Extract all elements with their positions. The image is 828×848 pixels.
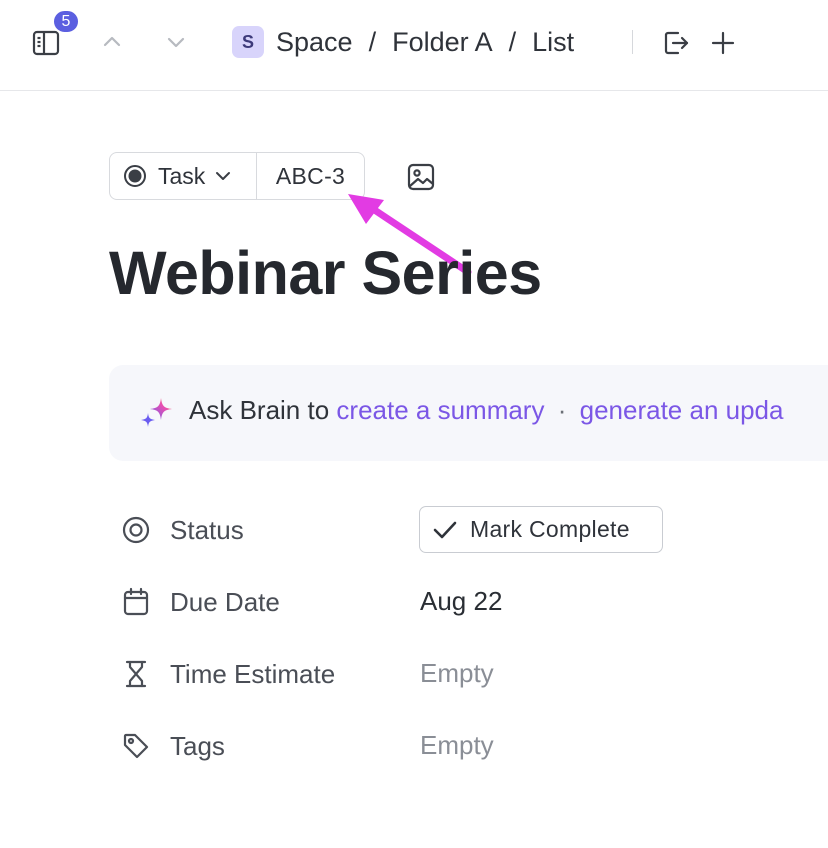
add-button[interactable]: [708, 28, 738, 58]
toolbar-divider: [632, 30, 633, 54]
exit-task-button[interactable]: [660, 28, 692, 58]
breadcrumb-separator: /: [368, 26, 377, 57]
add-cover-image-button[interactable]: [404, 160, 438, 194]
ask-brain-prefix: Ask Brain to: [189, 395, 330, 425]
due-date-label: Due Date: [170, 586, 280, 617]
status-target-icon: [120, 514, 152, 546]
task-status-circle-icon: [124, 165, 146, 187]
breadcrumb: S Space / Folder A / List: [232, 24, 574, 60]
generate-update-link[interactable]: generate an upda: [580, 395, 784, 425]
breadcrumb-separator: /: [508, 26, 517, 57]
tag-icon: [120, 730, 152, 762]
breadcrumb-list[interactable]: List: [532, 27, 574, 58]
calendar-icon: [120, 586, 152, 618]
exit-icon: [664, 31, 689, 55]
tags-label: Tags: [170, 730, 225, 761]
notification-badge: 5: [52, 9, 80, 34]
create-summary-link[interactable]: create a summary: [336, 395, 544, 425]
task-id-button[interactable]: ABC-3: [257, 153, 364, 199]
property-time-estimate: Time Estimate: [120, 654, 335, 694]
chevron-down-icon: [216, 172, 231, 180]
ask-brain-text: Ask Brain to create a summary · generate…: [189, 395, 783, 426]
ask-brain-bar: Ask Brain to create a summary · generate…: [109, 365, 828, 461]
task-type-id-pill: Task ABC-3: [109, 152, 365, 200]
sparkle-icon: [141, 398, 172, 427]
space-avatar: S: [232, 26, 264, 58]
property-due-date: Due Date: [120, 582, 280, 622]
mark-complete-button[interactable]: Mark Complete: [419, 506, 663, 553]
due-date-value[interactable]: Aug 22: [420, 586, 502, 617]
next-task-button[interactable]: [162, 28, 190, 56]
task-type-label: Task: [158, 162, 206, 189]
property-tags: Tags: [120, 726, 225, 766]
image-icon: [407, 163, 435, 191]
hourglass-icon: [120, 658, 152, 690]
ask-brain-separator: ·: [557, 395, 567, 425]
mark-complete-label: Mark Complete: [470, 516, 630, 542]
checkmark-icon: [433, 521, 457, 538]
time-estimate-label: Time Estimate: [170, 658, 336, 689]
chevron-down-icon: [167, 37, 185, 48]
sidebar-panel-icon: [32, 30, 60, 56]
tags-value[interactable]: Empty: [420, 730, 494, 761]
breadcrumb-folder[interactable]: Folder A: [392, 27, 493, 58]
property-status: Status: [120, 510, 244, 550]
time-estimate-value[interactable]: Empty: [420, 658, 494, 689]
status-label: Status: [170, 514, 244, 545]
plus-icon: [711, 31, 735, 55]
previous-task-button[interactable]: [98, 28, 126, 56]
task-type-dropdown[interactable]: Task: [110, 153, 257, 199]
breadcrumb-space[interactable]: Space: [276, 27, 353, 58]
chevron-up-icon: [103, 36, 121, 47]
top-bar: 5 S Space / Folder A / List: [0, 0, 828, 91]
task-title[interactable]: Webinar Series: [109, 238, 542, 308]
